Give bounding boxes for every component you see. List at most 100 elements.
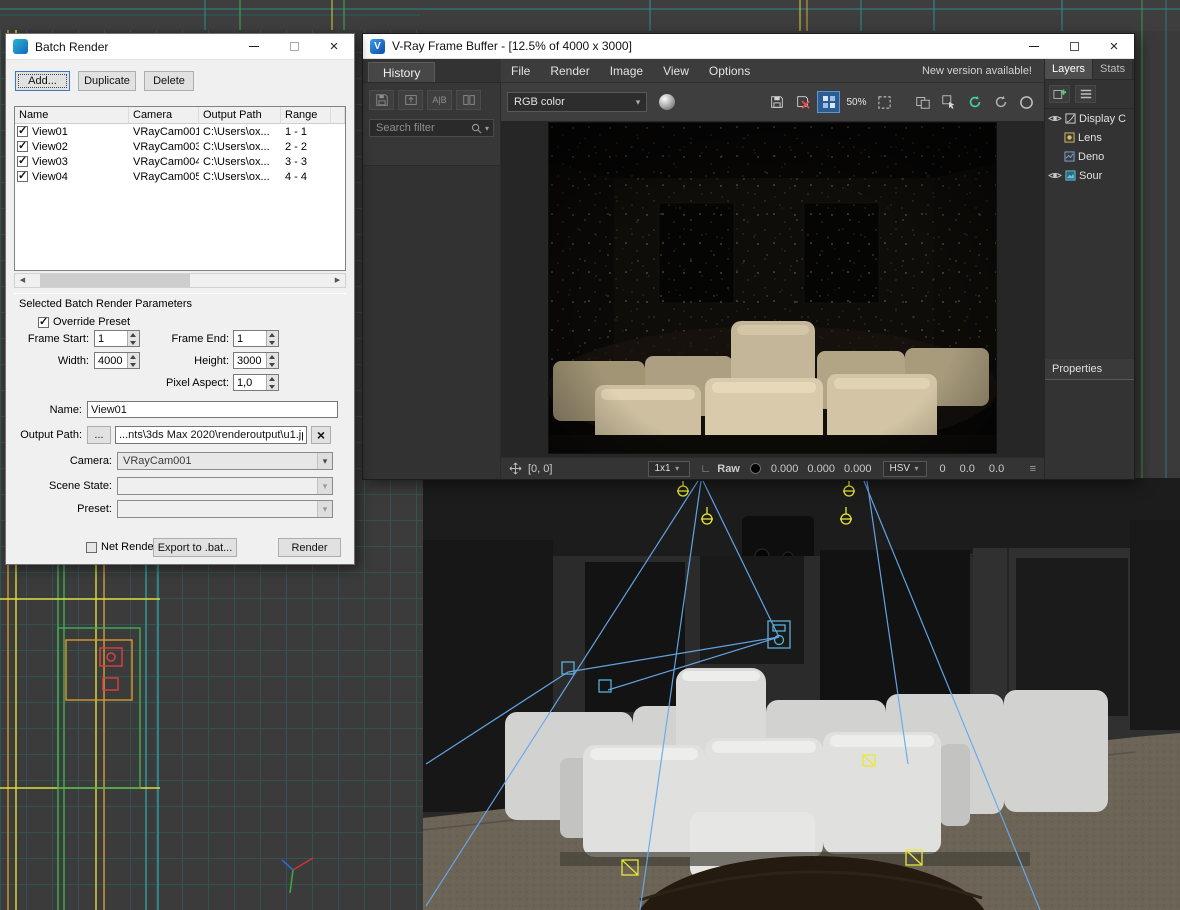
channel-combo[interactable]: RGB color ▾ bbox=[507, 92, 647, 112]
output-path-input[interactable] bbox=[115, 426, 307, 444]
scroll-right-icon[interactable]: ▶ bbox=[330, 274, 345, 287]
pixel-aspect-spinner[interactable]: 1,0 bbox=[233, 374, 279, 391]
layer-item[interactable]: Deno bbox=[1045, 147, 1134, 166]
row-checkbox[interactable]: ✓ bbox=[17, 141, 28, 152]
spin-down-icon[interactable] bbox=[267, 361, 278, 369]
eye-icon[interactable] bbox=[1048, 171, 1062, 180]
pan-icon[interactable] bbox=[509, 462, 522, 475]
name-input[interactable] bbox=[87, 401, 338, 418]
close-button[interactable]: × bbox=[314, 34, 354, 59]
table-row[interactable]: ✓View02 VRayCam003 C:\Users\ox... 2 - 2 bbox=[15, 139, 345, 154]
row-checkbox[interactable]: ✓ bbox=[17, 156, 28, 167]
chevron-down-icon[interactable]: ▾ bbox=[485, 124, 489, 133]
column-range[interactable]: Range bbox=[281, 107, 331, 123]
save-image-icon[interactable] bbox=[765, 91, 788, 113]
scrollbar-thumb[interactable] bbox=[40, 274, 190, 287]
spin-up-icon[interactable] bbox=[128, 331, 139, 339]
display-correction-sphere-icon[interactable] bbox=[659, 94, 675, 110]
minimize-button[interactable] bbox=[234, 34, 274, 59]
row-checkbox[interactable]: ✓ bbox=[17, 171, 28, 182]
column-name[interactable]: Name bbox=[15, 107, 129, 123]
camera-combo[interactable]: VRayCam001▾ bbox=[117, 452, 333, 470]
render-view[interactable] bbox=[501, 121, 1044, 457]
scrollbar-track[interactable] bbox=[30, 274, 330, 287]
menu-view[interactable]: View bbox=[653, 64, 699, 78]
history-save-icon[interactable] bbox=[369, 90, 394, 110]
height-spinner[interactable]: 3000 bbox=[233, 352, 279, 369]
spin-up-icon[interactable] bbox=[128, 353, 139, 361]
clear-image-icon[interactable] bbox=[791, 91, 814, 113]
delete-button[interactable]: Delete bbox=[144, 71, 194, 91]
layer-item[interactable]: Display C bbox=[1045, 109, 1134, 128]
table-hscrollbar[interactable]: ◀ ▶ bbox=[14, 273, 346, 288]
table-row[interactable]: ✓View01 VRayCam001 C:\Users\ox... 1 - 1 bbox=[15, 124, 345, 139]
close-icon: × bbox=[330, 38, 339, 55]
minimize-button[interactable] bbox=[1014, 34, 1054, 58]
preset-combo[interactable]: ▾ bbox=[117, 500, 333, 518]
browse-button[interactable]: ... bbox=[87, 426, 111, 444]
override-preset-checkbox[interactable]: ✓ Override Preset bbox=[36, 316, 130, 328]
eye-icon[interactable] bbox=[1048, 114, 1062, 123]
history-list[interactable] bbox=[363, 165, 500, 479]
scene-state-combo[interactable]: ▾ bbox=[117, 477, 333, 495]
spin-down-icon[interactable] bbox=[267, 383, 278, 391]
history-tab[interactable]: History bbox=[368, 62, 435, 82]
spin-down-icon[interactable] bbox=[128, 361, 139, 369]
pixel-inspector-icon[interactable] bbox=[817, 91, 840, 113]
width-spinner[interactable]: 4000 bbox=[94, 352, 140, 369]
menu-render[interactable]: Render bbox=[540, 64, 599, 78]
stop-render-icon[interactable] bbox=[1015, 91, 1038, 113]
render-last-icon[interactable] bbox=[963, 91, 986, 113]
maximize-button[interactable] bbox=[1054, 34, 1094, 58]
region-render-icon[interactable] bbox=[873, 91, 896, 113]
net-render-checkbox[interactable]: Net Render bbox=[84, 541, 157, 553]
compare-horizontal-icon[interactable] bbox=[456, 90, 481, 110]
spin-up-icon[interactable] bbox=[267, 331, 278, 339]
layer-item[interactable]: Sour bbox=[1045, 166, 1134, 185]
panel-toggle-icon[interactable]: ≡ bbox=[1030, 463, 1036, 475]
tab-layers[interactable]: Layers bbox=[1045, 59, 1093, 79]
spin-up-icon[interactable] bbox=[267, 353, 278, 361]
maximize-button[interactable] bbox=[274, 34, 314, 59]
track-mouse-icon[interactable] bbox=[937, 91, 960, 113]
table-row[interactable]: ✓View03 VRayCam004 C:\Users\ox... 3 - 3 bbox=[15, 154, 345, 169]
duplicate-button[interactable]: Duplicate bbox=[78, 71, 136, 91]
frame-start-spinner[interactable]: 1 bbox=[94, 330, 140, 347]
column-extra[interactable] bbox=[331, 107, 345, 123]
search-input[interactable] bbox=[374, 121, 468, 135]
column-output[interactable]: Output Path bbox=[199, 107, 281, 123]
hsv-combo[interactable]: HSV▾ bbox=[883, 461, 927, 477]
history-search[interactable]: ▾ bbox=[369, 119, 494, 137]
menu-options[interactable]: Options bbox=[699, 64, 760, 78]
close-button[interactable]: × bbox=[1094, 34, 1134, 58]
spin-down-icon[interactable] bbox=[128, 339, 139, 347]
zoom-level-button[interactable]: 50% bbox=[843, 91, 870, 113]
table-row[interactable]: ✓View04 VRayCam005 C:\Users\ox... 4 - 4 bbox=[15, 169, 345, 184]
menu-image[interactable]: Image bbox=[600, 64, 653, 78]
add-layer-icon[interactable] bbox=[1049, 85, 1070, 103]
render-button[interactable]: Render bbox=[278, 538, 341, 557]
rendered-image[interactable] bbox=[549, 123, 996, 453]
add-button[interactable]: Add... bbox=[15, 71, 70, 91]
row-checkbox[interactable]: ✓ bbox=[17, 126, 28, 137]
spin-up-icon[interactable] bbox=[267, 375, 278, 383]
source-image-icon bbox=[1065, 170, 1076, 181]
layer-options-icon[interactable] bbox=[1075, 85, 1096, 103]
compare-images-icon[interactable] bbox=[911, 91, 934, 113]
frame-end-spinner[interactable]: 1 bbox=[233, 330, 279, 347]
check-icon: ✓ bbox=[18, 171, 27, 182]
spin-down-icon[interactable] bbox=[267, 339, 278, 347]
clear-path-button[interactable]: × bbox=[311, 426, 331, 444]
layer-item[interactable]: Lens bbox=[1045, 128, 1134, 147]
scroll-left-icon[interactable]: ◀ bbox=[15, 274, 30, 287]
menu-file[interactable]: File bbox=[501, 64, 540, 78]
tab-stats[interactable]: Stats bbox=[1093, 59, 1133, 79]
history-load-icon[interactable] bbox=[398, 90, 423, 110]
export-bat-button[interactable]: Export to .bat... bbox=[153, 538, 237, 557]
pixel-scale-combo[interactable]: 1x1▾ bbox=[648, 461, 690, 477]
compare-ab-icon[interactable]: A|B bbox=[427, 90, 452, 110]
column-camera[interactable]: Camera bbox=[129, 107, 199, 123]
chevron-down-icon: ▾ bbox=[910, 464, 923, 473]
refresh-icon[interactable] bbox=[989, 91, 1012, 113]
new-version-link[interactable]: New version available! bbox=[922, 65, 1044, 77]
